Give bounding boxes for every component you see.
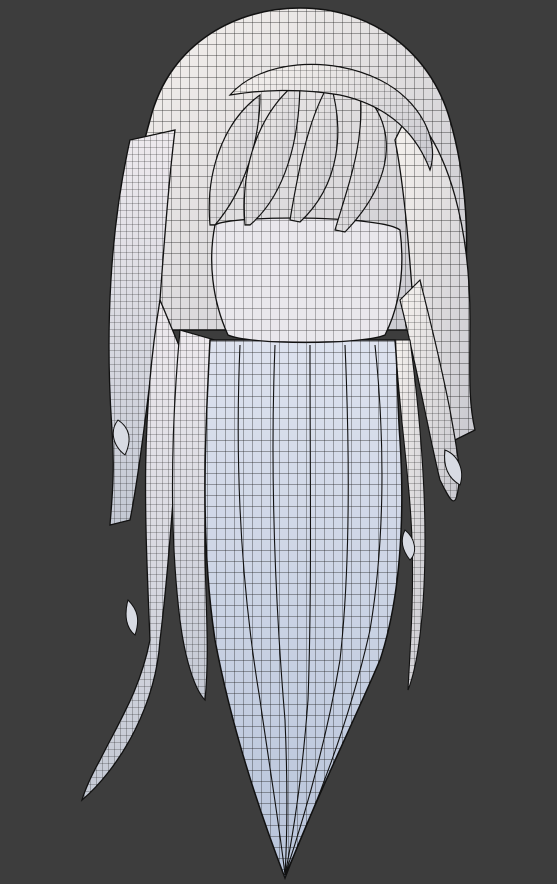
hair-main-tail: [204, 339, 403, 881]
hair-model-render: [80, 7, 476, 881]
scalp-patch: [211, 217, 403, 344]
3d-viewport[interactable]: [0, 0, 557, 884]
